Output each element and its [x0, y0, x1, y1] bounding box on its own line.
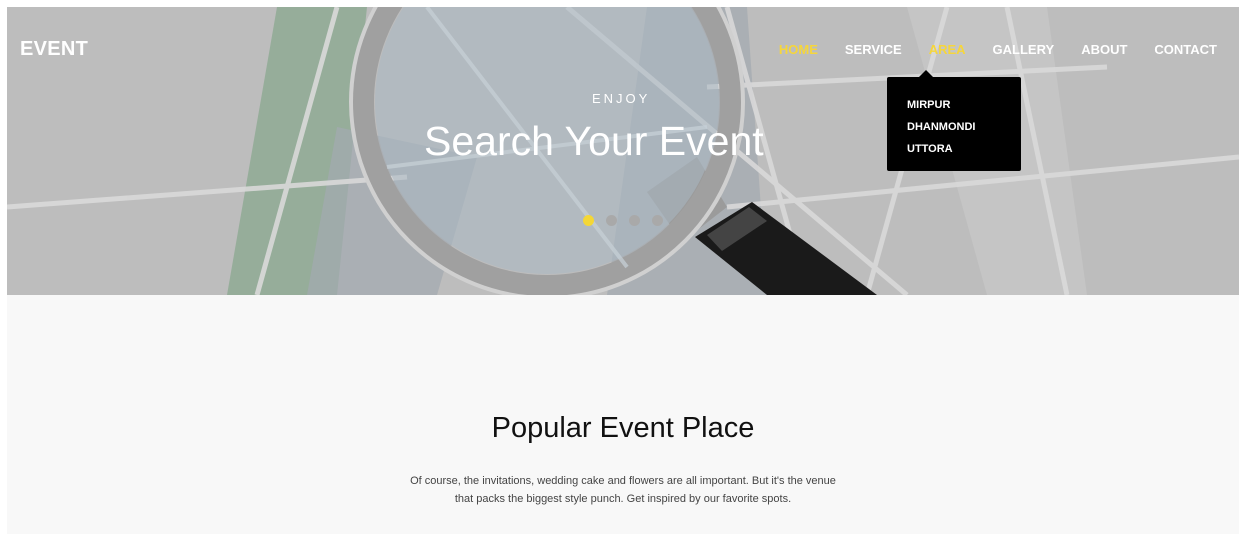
nav-service[interactable]: SERVICE — [845, 42, 902, 57]
nav-about[interactable]: ABOUT — [1081, 42, 1127, 57]
dropdown-caret-icon — [919, 70, 933, 77]
popular-places-section: Popular Event Place Of course, the invit… — [7, 295, 1239, 534]
hero-banner: EVENT HOME SERVICE AREA GALLERY ABOUT CO… — [7, 7, 1239, 295]
slide-dot-3[interactable] — [629, 215, 640, 226]
brand-logo[interactable]: EVENT — [20, 38, 88, 61]
nav-gallery[interactable]: GALLERY — [993, 42, 1055, 57]
dropdown-item-mirpur[interactable]: MIRPUR — [907, 94, 1021, 116]
section-title: Popular Event Place — [491, 412, 755, 444]
area-dropdown-menu: MIRPUR DHANMONDI UTTORA — [887, 70, 1021, 171]
slide-dot-2[interactable] — [606, 215, 617, 226]
section-text-line-2: that packs the biggest style punch. Get … — [454, 493, 792, 505]
slide-dot-1[interactable] — [583, 215, 594, 226]
hero-headline: Search Your Event — [424, 118, 764, 164]
section-description: Of course, the invitations, wedding cake… — [348, 472, 898, 508]
slider-pagination — [583, 215, 663, 226]
main-navigation: HOME SERVICE AREA GALLERY ABOUT CONTACT — [752, 42, 1217, 57]
nav-area[interactable]: AREA — [929, 42, 966, 57]
dropdown-item-dhanmondi[interactable]: DHANMONDI — [907, 116, 1021, 138]
hero-kicker: ENJOY — [592, 91, 651, 106]
slide-dot-4[interactable] — [652, 215, 663, 226]
dropdown-item-uttora[interactable]: UTTORA — [907, 138, 1021, 160]
nav-home[interactable]: HOME — [779, 42, 818, 57]
section-text-line-1: Of course, the invitations, wedding cake… — [410, 475, 836, 487]
nav-contact[interactable]: CONTACT — [1154, 42, 1217, 57]
